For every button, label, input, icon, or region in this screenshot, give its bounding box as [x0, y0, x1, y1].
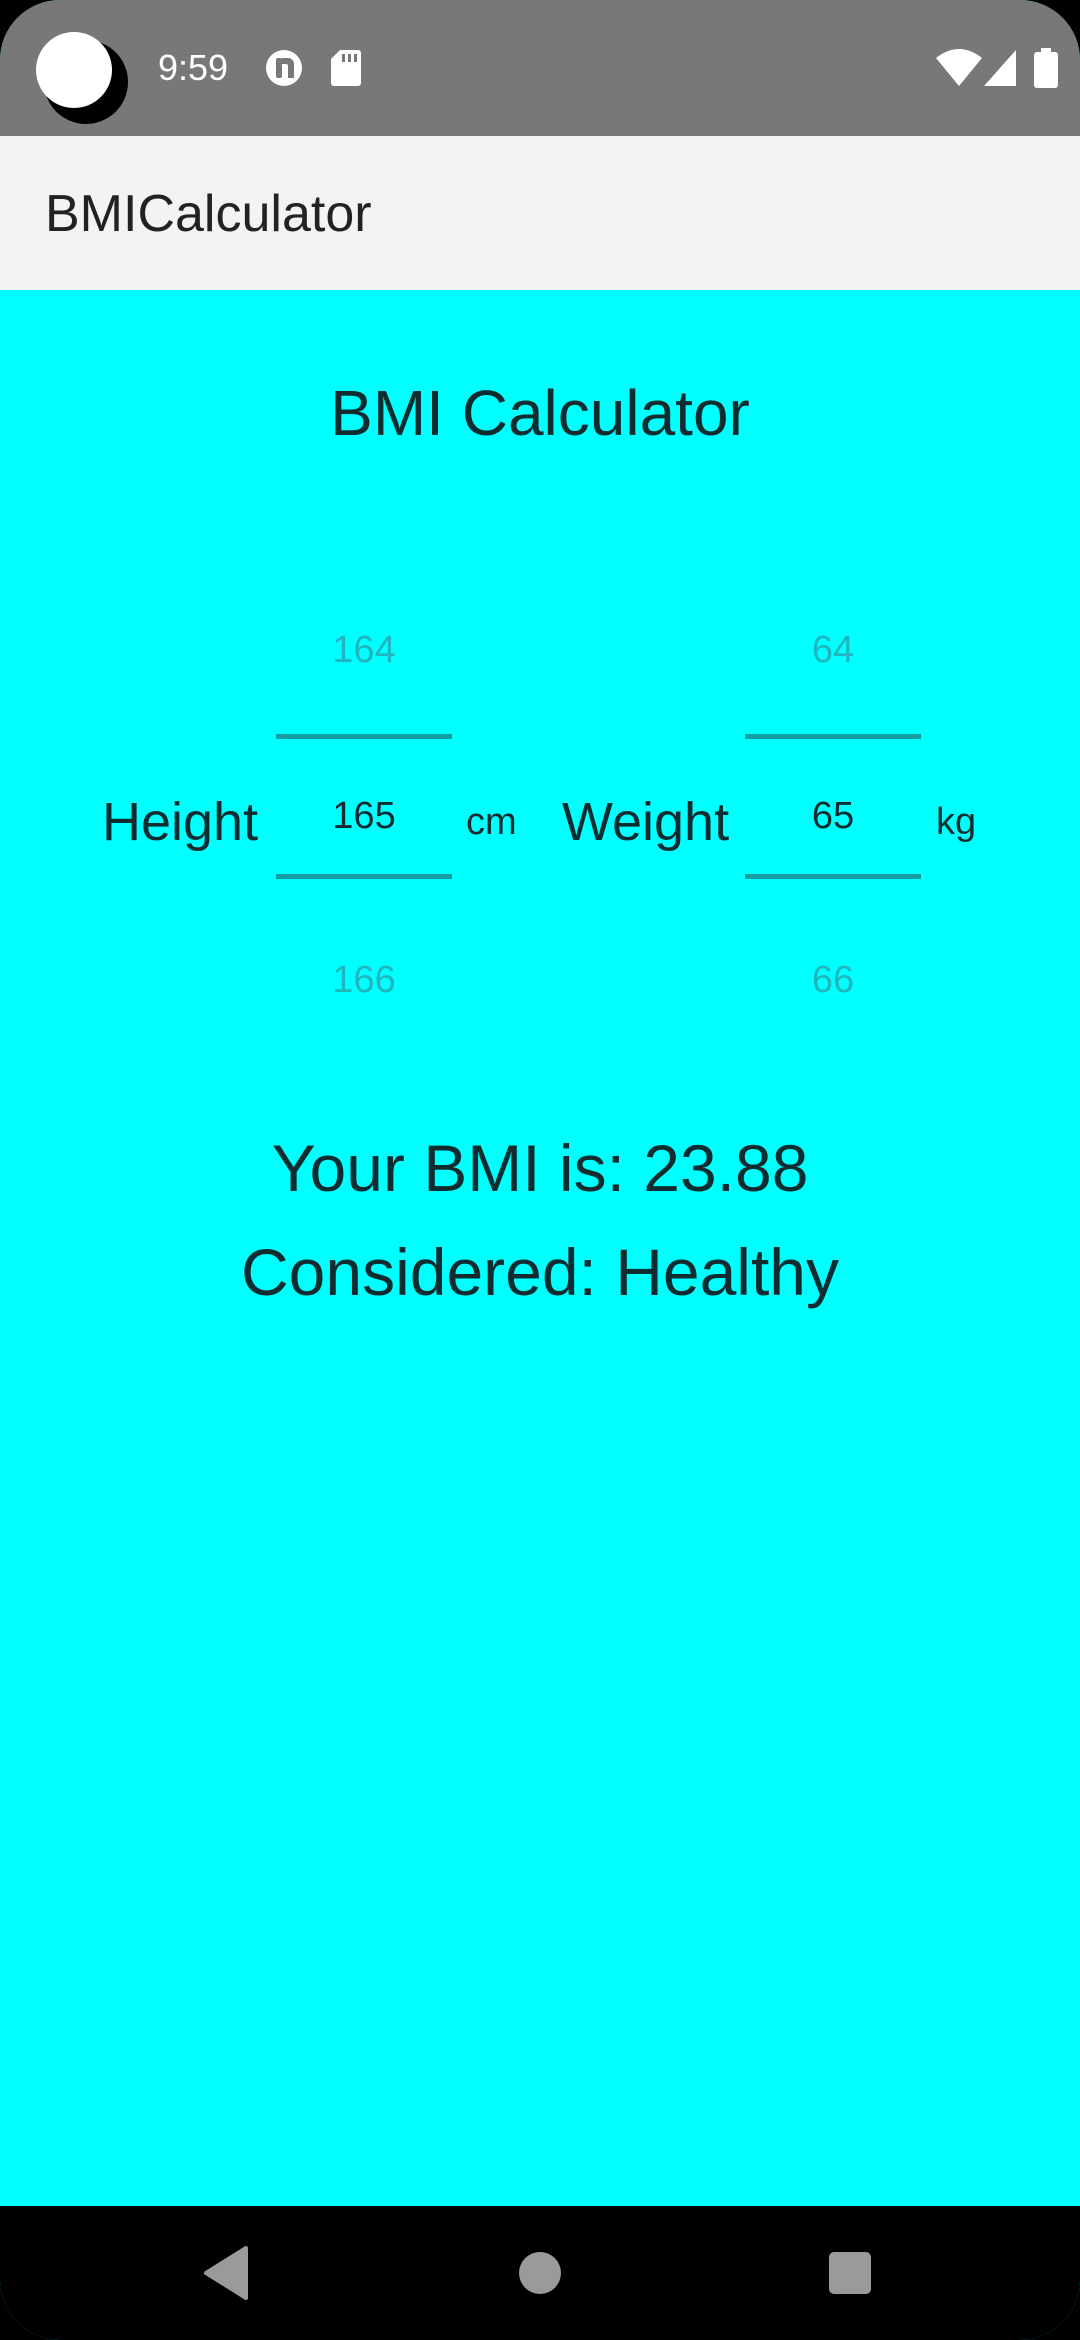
bmi-result: Your BMI is: 23.88 [271, 1131, 809, 1205]
home-icon[interactable] [505, 2238, 575, 2308]
height-current-value[interactable]: 165 [276, 794, 452, 838]
navigation-bar [0, 2206, 1080, 2340]
page-heading: BMI Calculator [330, 377, 750, 449]
moon-icon [36, 32, 128, 124]
wifi-icon [936, 49, 982, 86]
height-picker[interactable]: 164 165 166 [276, 608, 452, 1028]
weight-unit: kg [936, 801, 977, 843]
status-bar: 9:59 [0, 0, 1080, 136]
battery-icon [1034, 48, 1058, 88]
weight-picker-divider-top [745, 734, 921, 739]
height-next-value[interactable]: 166 [276, 958, 452, 1002]
height-label: Height [102, 792, 259, 852]
height-unit: cm [466, 801, 517, 843]
status-time: 9:59 [158, 47, 229, 88]
height-picker-divider-top [276, 734, 452, 739]
weight-picker-divider-bottom [745, 874, 921, 879]
bmi-category: Considered: Healthy [241, 1235, 839, 1309]
app-title: BMICalculator [45, 185, 372, 243]
weight-picker[interactable]: 64 65 66 [745, 608, 921, 1028]
main-content: BMI Calculator Height 164 165 166 cm Wei… [0, 290, 1080, 2206]
cell-signal-icon [984, 50, 1016, 86]
app-bar: BMICalculator [0, 136, 1080, 290]
back-icon[interactable] [192, 2238, 262, 2308]
weight-next-value[interactable]: 66 [745, 958, 921, 1002]
weight-current-value[interactable]: 65 [745, 794, 921, 838]
weight-prev-value[interactable]: 64 [745, 628, 921, 672]
height-prev-value[interactable]: 164 [276, 628, 452, 672]
weight-label: Weight [562, 792, 730, 852]
recents-icon[interactable] [815, 2238, 885, 2308]
phone-screen: 9:59 BMICalculator BMI Calculator Height… [0, 0, 1080, 2340]
sd-card-icon [331, 50, 361, 86]
mint-app-icon [266, 50, 302, 86]
height-picker-divider-bottom [276, 874, 452, 879]
